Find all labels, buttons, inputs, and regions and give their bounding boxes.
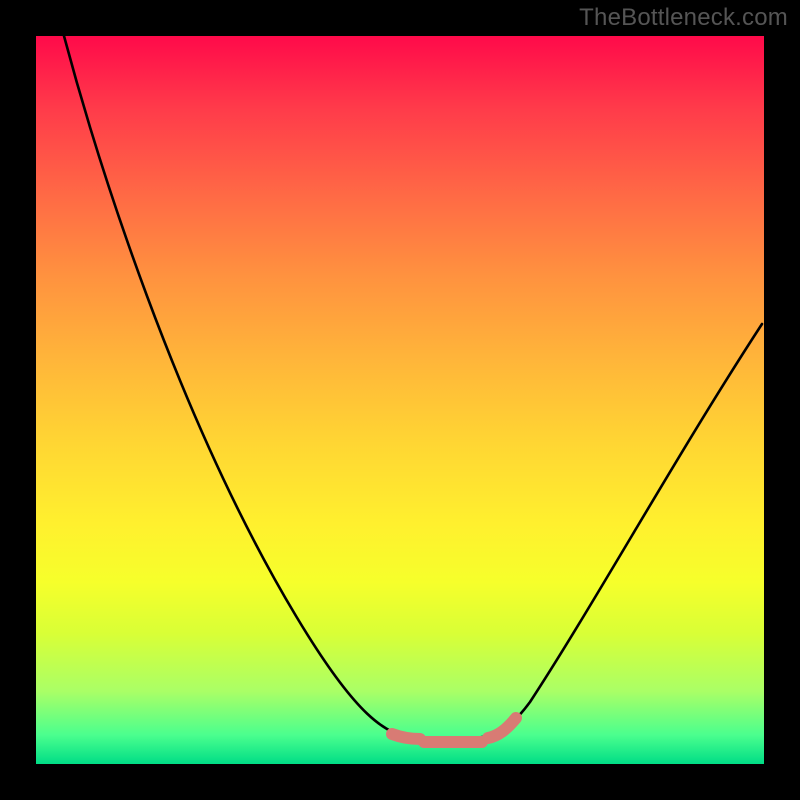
plot-area xyxy=(36,36,764,764)
curve-path xyxy=(64,36,762,739)
highlight-left xyxy=(392,734,420,739)
highlight-right xyxy=(488,718,516,738)
chart-container: TheBottleneck.com xyxy=(0,0,800,800)
watermark: TheBottleneck.com xyxy=(579,4,788,32)
bottleneck-curve xyxy=(36,36,764,764)
